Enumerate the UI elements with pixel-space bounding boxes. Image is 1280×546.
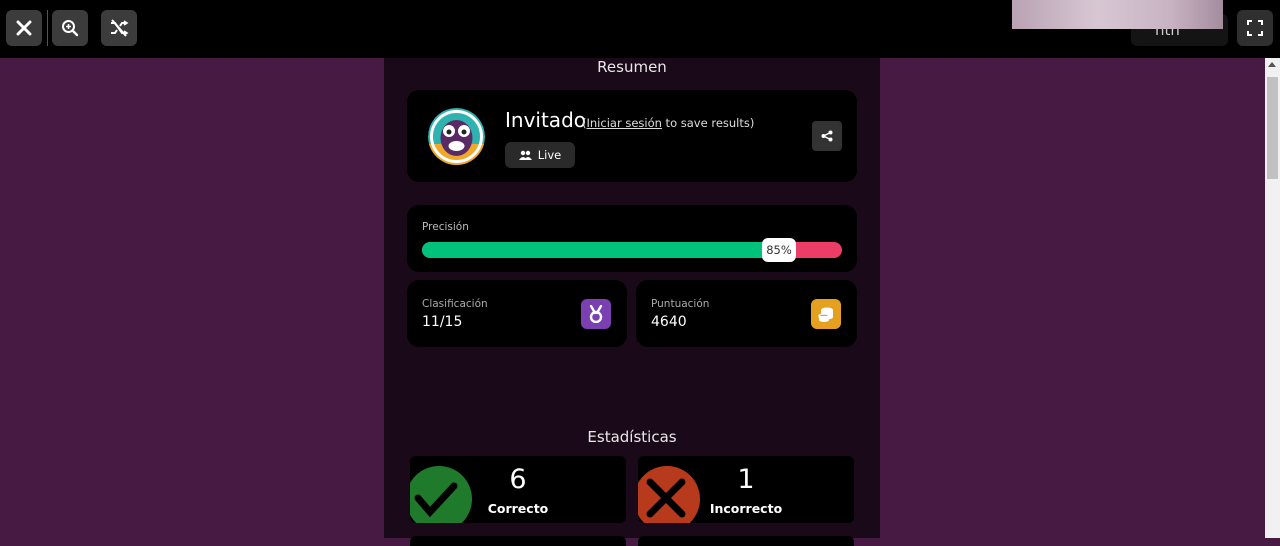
results-panel: Resumen Invitado (Iniciar sesión to save… [384,58,880,546]
rank-icon-box [581,299,611,329]
page-scrollbar[interactable] [1265,58,1280,538]
score-value: 4640 [651,314,687,330]
accuracy-percent: 85% [762,238,796,262]
zoom-in-icon [62,20,79,37]
share-button[interactable] [812,121,842,151]
accuracy-card: Precisión 85% [407,205,857,272]
top-toolbar: nth [0,0,1280,58]
incorrect-card: 1 Incorrecto [638,456,854,523]
scroll-up-icon[interactable] [1268,62,1276,67]
player-card: Invitado (Iniciar sesión to save results… [407,90,857,182]
live-mode-badge: Live [505,142,575,168]
correct-card: 6 Correcto [410,456,626,523]
scroll-thumb[interactable] [1267,77,1278,179]
coins-icon [818,307,833,322]
live-label: Live [537,148,562,162]
rank-card: Clasificación 11/15 [407,280,627,347]
correct-count: 6 [509,464,527,495]
login-note: (Iniciar sesión to save results) [582,116,754,130]
incorrect-count: 1 [737,464,755,495]
video-preview[interactable] [1012,0,1223,29]
accuracy-bar-fill [422,242,779,258]
fullscreen-icon [1247,20,1263,36]
avatar [428,108,485,165]
toolbar-divider [47,10,48,46]
rank-value: 11/15 [422,314,463,330]
summary-title: Resumen [597,58,667,76]
group-icon [518,150,532,160]
fullscreen-button[interactable] [1237,10,1273,46]
share-icon [821,130,833,142]
close-icon [16,20,32,36]
score-icon-box [811,299,841,329]
player-name: Invitado [505,108,586,132]
score-card: Puntuación 4640 [636,280,857,347]
incorrect-label: Incorrecto [709,501,783,516]
close-button[interactable] [6,10,42,46]
shuffle-off-icon [111,19,129,37]
stats-title: Estadísticas [587,428,677,446]
accuracy-label: Precisión [422,221,469,233]
login-link[interactable]: Iniciar sesión [587,116,662,130]
rank-label: Clasificación [422,298,488,310]
medal-icon [589,305,603,323]
shuffle-toggle-button[interactable] [101,10,137,46]
correct-label: Correcto [487,501,549,516]
login-note-text: to save results) [661,116,755,130]
zoom-button[interactable] [52,10,88,46]
monster-avatar-icon [428,108,485,165]
score-label: Puntuación [651,298,710,310]
